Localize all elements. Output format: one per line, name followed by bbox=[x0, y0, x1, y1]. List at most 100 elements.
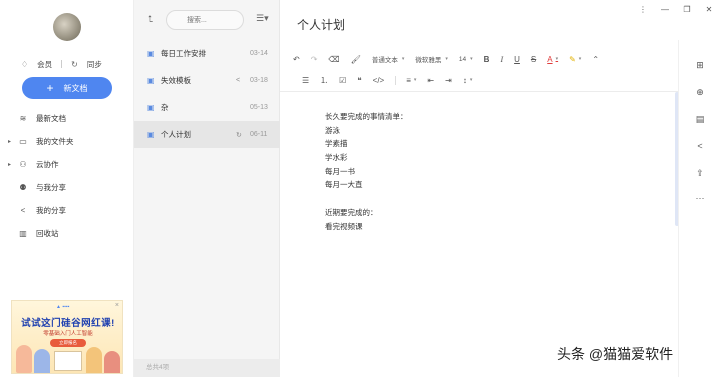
sidebar-item-label: 我的分享 bbox=[36, 206, 66, 215]
ad-logo-icon: ▲ ▪▪▪▪ bbox=[56, 304, 70, 310]
ad-title: 试试这门硅谷网红课! bbox=[21, 318, 115, 329]
document-date: 03-18 bbox=[250, 77, 268, 84]
list-item[interactable]: ▣ 每日工作安排 03-14 bbox=[134, 40, 280, 67]
document-body[interactable]: 长久要完成的事情清单： 游泳 学素描 学水彩 每月一书 每月一大直 近期要完成的… bbox=[325, 110, 408, 233]
list-item[interactable]: ▣ 个人计划 ↻ 06-11 bbox=[134, 121, 280, 148]
document-list-panel: ⮤ ☰▾ ▣ 每日工作安排 03-14 ▣ 失效模板 < 03-18 ▣ 杂 0… bbox=[134, 0, 280, 377]
highlight-icon[interactable]: ✎ ▾ bbox=[569, 55, 581, 64]
strikethrough-icon[interactable]: S bbox=[531, 55, 536, 64]
ad-cta-button[interactable]: 立即报名 bbox=[50, 339, 86, 347]
chevron-down-icon: ▾ bbox=[401, 56, 405, 62]
sync-icon: ↻ bbox=[71, 59, 78, 69]
sidebar-item-label: 回收站 bbox=[36, 229, 59, 238]
document-info-icon[interactable]: ▤ bbox=[693, 114, 707, 125]
paragraph: 长久要完成的事情清单： bbox=[325, 112, 408, 121]
collapse-toolbar-icon[interactable]: ⌃ bbox=[592, 55, 599, 64]
sidebar-item-label: 我的文件夹 bbox=[36, 137, 74, 146]
paragraph: 游泳 bbox=[325, 125, 340, 135]
font-select[interactable]: 微软雅黑 ▾ bbox=[415, 54, 448, 64]
share-icon[interactable]: < bbox=[693, 141, 707, 151]
align-icon[interactable]: ≡ ▾ bbox=[406, 76, 416, 85]
insert-icon[interactable]: ⊕ bbox=[693, 87, 707, 98]
font-size-select[interactable]: 14 ▾ bbox=[459, 56, 473, 63]
sidebar: ♢ 会员 ↻ 同步 + 新文档 ≋ 最新文档 ▸ ▭ 我的文件夹 ▸ ⚇ 云协作… bbox=[0, 0, 134, 377]
checkbox-list-icon[interactable]: ☑ bbox=[339, 76, 346, 85]
sidebar-item-my-folder[interactable]: ▸ ▭ 我的文件夹 bbox=[0, 130, 134, 153]
paragraph: 每月一大直 bbox=[325, 180, 363, 190]
list-item[interactable]: ▣ 失效模板 < 03-18 bbox=[134, 67, 280, 94]
format-painter-icon[interactable]: 🖌 bbox=[351, 55, 361, 64]
close-icon[interactable]: × bbox=[115, 302, 119, 309]
more-vertical-icon[interactable]: ⋮ bbox=[632, 5, 654, 14]
maximize-icon[interactable]: ❐ bbox=[676, 5, 698, 14]
paragraph: 学水彩 bbox=[325, 153, 348, 163]
list-header: ⮤ ☰▾ bbox=[134, 0, 280, 38]
underline-icon[interactable]: U bbox=[514, 55, 520, 64]
vip-button[interactable]: ♢ 会员 bbox=[21, 59, 52, 70]
export-icon[interactable]: ⇪ bbox=[693, 168, 707, 179]
share-icon: < bbox=[236, 77, 241, 84]
sidebar-item-label: 云协作 bbox=[36, 160, 59, 169]
sidebar-item-recent[interactable]: ≋ 最新文档 bbox=[0, 107, 134, 130]
sidebar-item-label: 与我分享 bbox=[36, 183, 66, 192]
window-controls: ⋮ — ❐ ✕ bbox=[632, 5, 720, 14]
account-row: ♢ 会员 ↻ 同步 bbox=[0, 58, 134, 70]
search-input[interactable] bbox=[166, 10, 244, 30]
ad-illustration-board bbox=[54, 351, 82, 371]
document-name: 每日工作安排 bbox=[161, 49, 206, 58]
font-value: 微软雅黑 bbox=[415, 57, 442, 64]
redo-icon[interactable]: ↷ bbox=[311, 55, 318, 64]
document-date: 03-14 bbox=[250, 50, 268, 57]
format-toolbar-secondary: ☰ ⒈ ☑ ❝ </> ≡ ▾ ⇤ ⇥ ↕ ▾ bbox=[302, 73, 483, 87]
sidebar-item-collaboration[interactable]: ▸ ⚇ 云协作 bbox=[0, 153, 134, 176]
plus-icon: + bbox=[46, 81, 54, 95]
indent-decrease-icon[interactable]: ⇤ bbox=[427, 76, 434, 85]
italic-icon[interactable]: I bbox=[500, 55, 503, 64]
paragraph-style-select[interactable]: 普通文本 ▾ bbox=[372, 54, 405, 64]
list-footer: 总共4项 bbox=[134, 359, 280, 377]
font-size-value: 14 bbox=[458, 55, 467, 63]
share-icon: < bbox=[20, 206, 26, 215]
sync-icon: ↻ bbox=[236, 131, 242, 139]
layers-icon: ≋ bbox=[19, 114, 27, 123]
close-icon[interactable]: ✕ bbox=[698, 5, 720, 14]
new-document-button[interactable]: + 新文档 bbox=[22, 77, 112, 99]
ad-subtitle: 零基础入门人工智能 bbox=[43, 331, 93, 337]
caret-right-icon[interactable]: ▸ bbox=[8, 138, 11, 145]
paragraph bbox=[325, 192, 408, 206]
sync-button[interactable]: ↻ 同步 bbox=[71, 59, 102, 70]
sidebar-item-shared-with-me[interactable]: ⚉ 与我分享 bbox=[0, 176, 134, 199]
sidebar-item-trash[interactable]: ▥ 回收站 bbox=[0, 222, 134, 245]
minimize-icon[interactable]: — bbox=[654, 5, 676, 14]
paragraph: 每月一书 bbox=[325, 166, 355, 176]
caret-right-icon[interactable]: ▸ bbox=[8, 161, 11, 168]
text-style-icon[interactable]: ⊞ bbox=[693, 60, 707, 71]
document-icon: ▣ bbox=[147, 49, 155, 58]
diamond-icon: ♢ bbox=[21, 59, 29, 69]
document-date: 06-11 bbox=[250, 131, 268, 138]
font-color-icon[interactable]: A ▾ bbox=[547, 55, 558, 64]
quote-icon[interactable]: ❝ bbox=[357, 76, 361, 85]
ad-illustration-person bbox=[16, 345, 32, 373]
list-menu-icon[interactable]: ☰▾ bbox=[256, 13, 269, 24]
document-date: 05-13 bbox=[250, 104, 268, 111]
trash-icon: ▥ bbox=[19, 229, 27, 238]
indent-increase-icon[interactable]: ⇥ bbox=[445, 76, 452, 85]
line-spacing-icon[interactable]: ↕ ▾ bbox=[463, 76, 473, 85]
list-item[interactable]: ▣ 杂 05-13 bbox=[134, 94, 280, 121]
undo-icon[interactable]: ↶ bbox=[293, 55, 300, 64]
code-icon[interactable]: </> bbox=[373, 76, 385, 85]
eraser-icon[interactable]: ⌫ bbox=[328, 55, 339, 64]
paragraph-style-value: 普通文本 bbox=[371, 57, 398, 64]
paragraph: 学素描 bbox=[325, 139, 348, 149]
divider bbox=[61, 60, 63, 68]
numbered-list-icon[interactable]: ⒈ bbox=[320, 75, 328, 86]
sidebar-item-my-shares[interactable]: < 我的分享 bbox=[0, 199, 134, 222]
sort-icon[interactable]: ⮤ bbox=[148, 14, 153, 25]
bullet-list-icon[interactable]: ☰ bbox=[302, 76, 309, 85]
bold-icon[interactable]: B bbox=[484, 55, 490, 64]
ad-banner[interactable]: ▲ ▪▪▪▪ × 试试这门硅谷网红课! 零基础入门人工智能 立即报名 bbox=[11, 300, 123, 374]
avatar[interactable] bbox=[53, 13, 81, 41]
more-icon[interactable]: ··· bbox=[693, 193, 707, 203]
page-title[interactable]: 个人计划 bbox=[297, 16, 345, 33]
